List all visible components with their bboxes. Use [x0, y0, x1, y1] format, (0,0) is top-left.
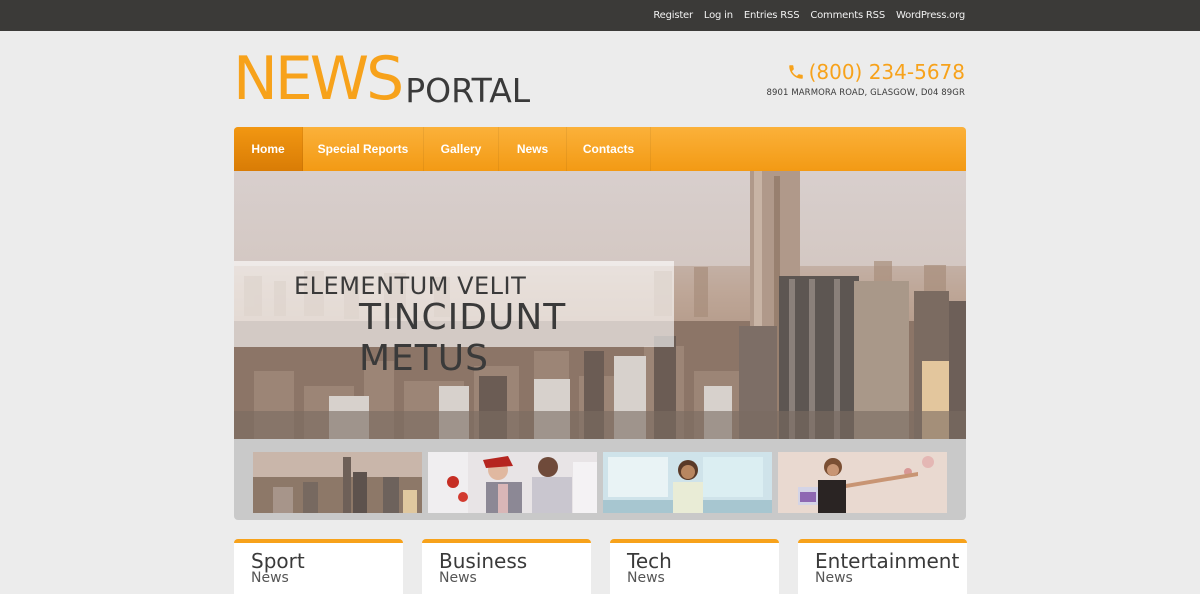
thumbnail-city[interactable] [253, 452, 422, 513]
card-title: Business [439, 549, 528, 573]
thumbnail-business[interactable] [428, 452, 597, 513]
card-subtitle: News [251, 570, 289, 586]
wordpress-link[interactable]: WordPress.org [896, 10, 965, 21]
hero-title-line2: TINCIDUNT METUS [359, 297, 567, 379]
site-logo[interactable]: NEWS PORTAL [233, 45, 530, 109]
card-business[interactable]: Business News [422, 539, 591, 594]
phone-number: (800) 234-5678 [808, 60, 965, 84]
phone: (800) 234-5678 [767, 60, 965, 84]
thumbnail-strip [253, 452, 947, 513]
nav-home[interactable]: Home [234, 127, 303, 171]
entries-rss-link[interactable]: Entries RSS [744, 10, 800, 21]
category-cards: Sport News Business News Tech News Enter… [234, 539, 967, 594]
hero-slider[interactable]: ELEMENTUM VELIT TINCIDUNT METUS [234, 171, 966, 439]
logo-portal: PORTAL [405, 71, 531, 110]
card-subtitle: News [627, 570, 665, 586]
contact-info: (800) 234-5678 8901 MARMORA ROAD, GLASGO… [767, 60, 966, 98]
card-tech[interactable]: Tech News [610, 539, 779, 594]
thumbnail-tech[interactable] [603, 452, 772, 513]
card-title: Sport [251, 549, 305, 573]
hero-title-line1: ELEMENTUM VELIT [294, 272, 527, 300]
card-sport[interactable]: Sport News [234, 539, 403, 594]
nav-special-reports[interactable]: Special Reports [303, 127, 424, 171]
comments-rss-link[interactable]: Comments RSS [810, 10, 885, 21]
card-entertainment[interactable]: Entertainment News [798, 539, 967, 594]
thumbnail-entertainment[interactable] [778, 452, 947, 513]
nav-contacts[interactable]: Contacts [567, 127, 651, 171]
top-links: Register Log in Entries RSS Comments RSS… [653, 0, 965, 31]
hero-caption: ELEMENTUM VELIT TINCIDUNT METUS [234, 261, 674, 379]
card-subtitle: News [439, 570, 477, 586]
card-title: Tech [627, 549, 672, 573]
login-link[interactable]: Log in [704, 10, 733, 21]
logo-news: NEWS [233, 44, 404, 114]
card-subtitle: News [815, 570, 853, 586]
register-link[interactable]: Register [653, 10, 693, 21]
main-nav: Home Special Reports Gallery News Contac… [234, 127, 966, 171]
main-panel: Home Special Reports Gallery News Contac… [234, 127, 966, 520]
address: 8901 MARMORA ROAD, GLASGOW, D04 89GR [766, 88, 965, 98]
nav-news[interactable]: News [499, 127, 567, 171]
nav-gallery[interactable]: Gallery [424, 127, 499, 171]
card-title: Entertainment [815, 549, 960, 573]
top-bar: Register Log in Entries RSS Comments RSS… [0, 0, 1200, 31]
phone-icon [788, 65, 803, 79]
